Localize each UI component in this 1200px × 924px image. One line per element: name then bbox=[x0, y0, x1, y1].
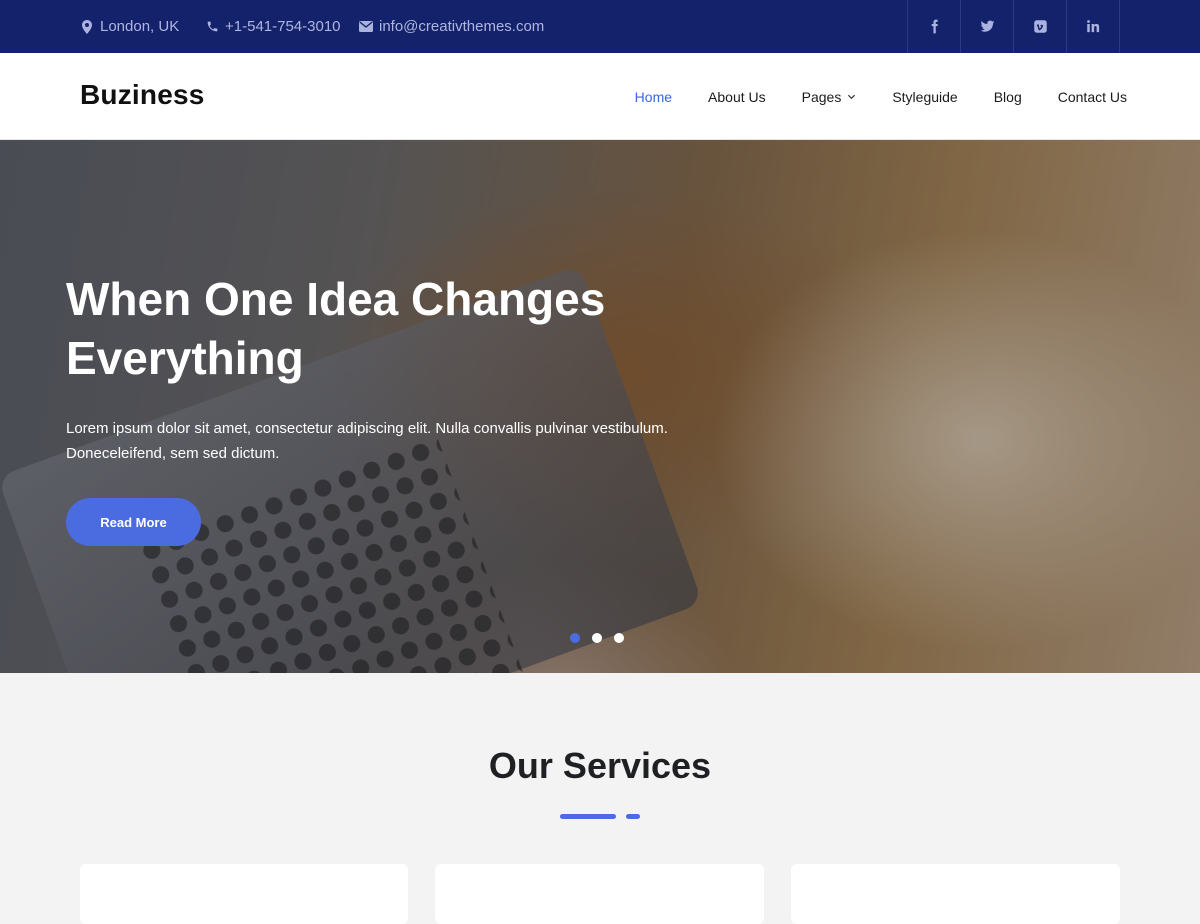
nav-item-blog[interactable]: Blog bbox=[994, 89, 1022, 105]
service-card bbox=[435, 864, 764, 924]
social-links bbox=[907, 0, 1120, 53]
hero-title: When One Idea Changes Everything bbox=[66, 273, 606, 384]
location-info: London, UK bbox=[80, 0, 179, 53]
hero-overlay bbox=[0, 140, 1200, 673]
hero-text: Lorem ipsum dolor sit amet, consectetur … bbox=[66, 420, 668, 462]
slider-dots bbox=[570, 633, 636, 643]
slider-dot-1[interactable] bbox=[570, 633, 580, 643]
phone-text: +1-541-754-3010 bbox=[225, 18, 341, 35]
title-underline-short bbox=[626, 814, 640, 819]
linkedin-link[interactable] bbox=[1067, 0, 1120, 53]
nav-item-pages-label: Pages bbox=[801, 88, 842, 105]
facebook-icon bbox=[931, 19, 938, 34]
nav-item-about-us[interactable]: About Us bbox=[708, 89, 766, 105]
nav-item-pages[interactable]: Pages bbox=[802, 89, 857, 105]
phone-icon bbox=[205, 20, 219, 34]
twitter-icon bbox=[980, 20, 994, 32]
slider-dot-2[interactable] bbox=[592, 633, 602, 643]
chevron-down-icon bbox=[848, 94, 856, 100]
site-logo[interactable]: Buziness bbox=[80, 79, 205, 111]
phone-info[interactable]: +1-541-754-3010 bbox=[205, 0, 341, 53]
slider-dot-3[interactable] bbox=[614, 633, 624, 643]
site-header: Buziness Home About Us Pages Styleguide … bbox=[0, 53, 1200, 140]
top-bar: London, UK +1-541-754-3010 info@creativt… bbox=[0, 0, 1200, 53]
linkedin-icon bbox=[1086, 20, 1099, 33]
title-underline-long bbox=[560, 814, 616, 819]
vimeo-icon bbox=[1033, 20, 1047, 33]
hero-slider: When One Idea Changes Everything Lorem i… bbox=[0, 140, 1200, 673]
map-pin-icon bbox=[80, 19, 94, 34]
facebook-link[interactable] bbox=[908, 0, 961, 53]
vimeo-link[interactable] bbox=[1014, 0, 1067, 53]
services-title: Our Services bbox=[488, 745, 712, 786]
envelope-icon bbox=[359, 20, 373, 34]
location-text: London, UK bbox=[100, 18, 180, 35]
nav-item-contact-us[interactable]: Contact Us bbox=[1058, 89, 1127, 105]
email-text: info@creativthemes.com bbox=[379, 18, 545, 35]
read-more-button[interactable]: Read More bbox=[66, 498, 201, 546]
email-info[interactable]: info@creativthemes.com bbox=[359, 0, 544, 53]
nav-item-home[interactable]: Home bbox=[635, 89, 672, 105]
service-card bbox=[80, 864, 408, 924]
nav-item-styleguide[interactable]: Styleguide bbox=[892, 89, 957, 105]
main-nav: Home About Us Pages Styleguide Blog Cont… bbox=[599, 53, 1127, 140]
service-card bbox=[791, 864, 1120, 924]
twitter-link[interactable] bbox=[961, 0, 1014, 53]
